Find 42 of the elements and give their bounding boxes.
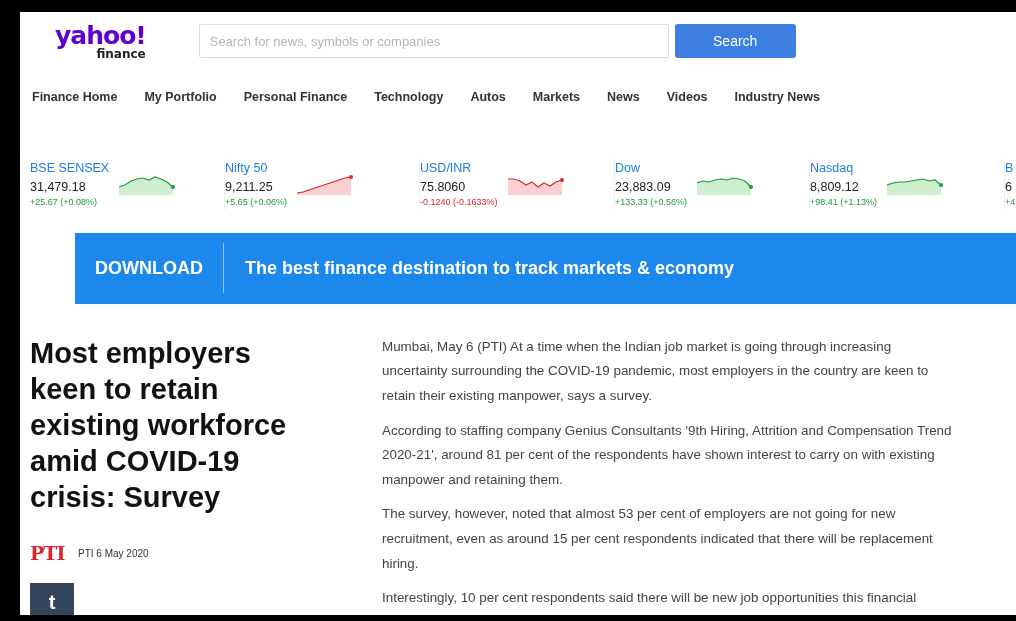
nav-link[interactable]: Finance Home (32, 88, 118, 107)
ticker-change: -0.1240 (-0.1633%) (420, 196, 498, 210)
banner-text: The best finance destination to track markets & economy (244, 256, 735, 280)
ticker-name[interactable]: USD/INR (420, 158, 498, 178)
article-paragraph: The survey, however, noted that almost 53 per cent of employers are not going for new recruitment, even as around 15 per cent respondents indicated that there will be replacement hiring. (382, 505, 934, 573)
nav-link[interactable]: News (607, 88, 640, 107)
ticker-name[interactable]: BSE SENSEX (30, 158, 110, 178)
ticker-value: 31,479.18 (30, 178, 87, 196)
ticker-change: +98.41 (+1.13%) (810, 196, 878, 210)
ticker-change: +25.67 (+0.08%) (30, 196, 99, 210)
banner-label: DOWNLOAD (75, 243, 224, 294)
ticker-value: 75.8060 (420, 178, 467, 196)
byline: PTI 6 May 2020 (78, 546, 149, 561)
nav-link[interactable]: My Portfolio (144, 88, 217, 107)
search-field[interactable]: Search for news, symbols or companies (198, 24, 669, 58)
search-button[interactable]: Search (674, 24, 796, 58)
ticker-value: 9,211.25 (225, 178, 274, 196)
ticker-change: +4 (1005, 196, 1016, 210)
article-paragraph: Mumbai, May 6 (PTI) At a time when the Indian job market is going through increasing uncertainty surrounding the COVID-19 pandemic, most employers in the country are keen to retain their existing manpower, says a survey. (382, 337, 930, 405)
nav-link[interactable]: Videos (666, 88, 708, 107)
nav-link[interactable]: Personal Finance (243, 88, 348, 107)
nav-link[interactable]: Technology (374, 88, 444, 107)
ticker-change: +133.33 (+0.56%) (615, 196, 688, 210)
nav-link[interactable]: Industry News (734, 88, 820, 107)
nav-link[interactable]: Markets (532, 88, 581, 107)
ticker-name[interactable]: Nasdaq (810, 158, 878, 178)
download-banner[interactable]: DOWNLOAD The best finance destination to track markets & economy (75, 232, 1016, 304)
source-logo: PTI (30, 540, 66, 566)
logo-text[interactable]: yahoo! (55, 24, 146, 48)
ticker-name[interactable]: B (1005, 158, 1016, 178)
ticker-value: 8,809.12 (810, 178, 860, 196)
article-paragraph: According to staffing company Genius Consultants '9th Hiring, Attrition and Compensation Trend 2020-21', around 81 per cent of the respondents have shown interest to carry on with existing manpower and retaining them. (382, 421, 953, 489)
ticker-value: 6 (1005, 178, 1013, 196)
ticker-name[interactable]: Dow (615, 158, 688, 178)
logo-subtitle[interactable]: finance (55, 48, 146, 60)
ticker-value: 23,883.09 (615, 178, 672, 196)
ticker-change: +5.65 (+0.06%) (225, 196, 288, 210)
article-paragraph: Interestingly, 10 per cent respondents said there will be new job opportunities this financial (382, 589, 918, 608)
nav-link[interactable]: Autos (470, 88, 506, 107)
ticker-name[interactable]: Nifty 50 (225, 158, 288, 178)
share-button[interactable]: t (30, 583, 74, 615)
article-headline: Most employers keen to retain existing workforce amid COVID-19 crisis: Survey (30, 335, 288, 515)
